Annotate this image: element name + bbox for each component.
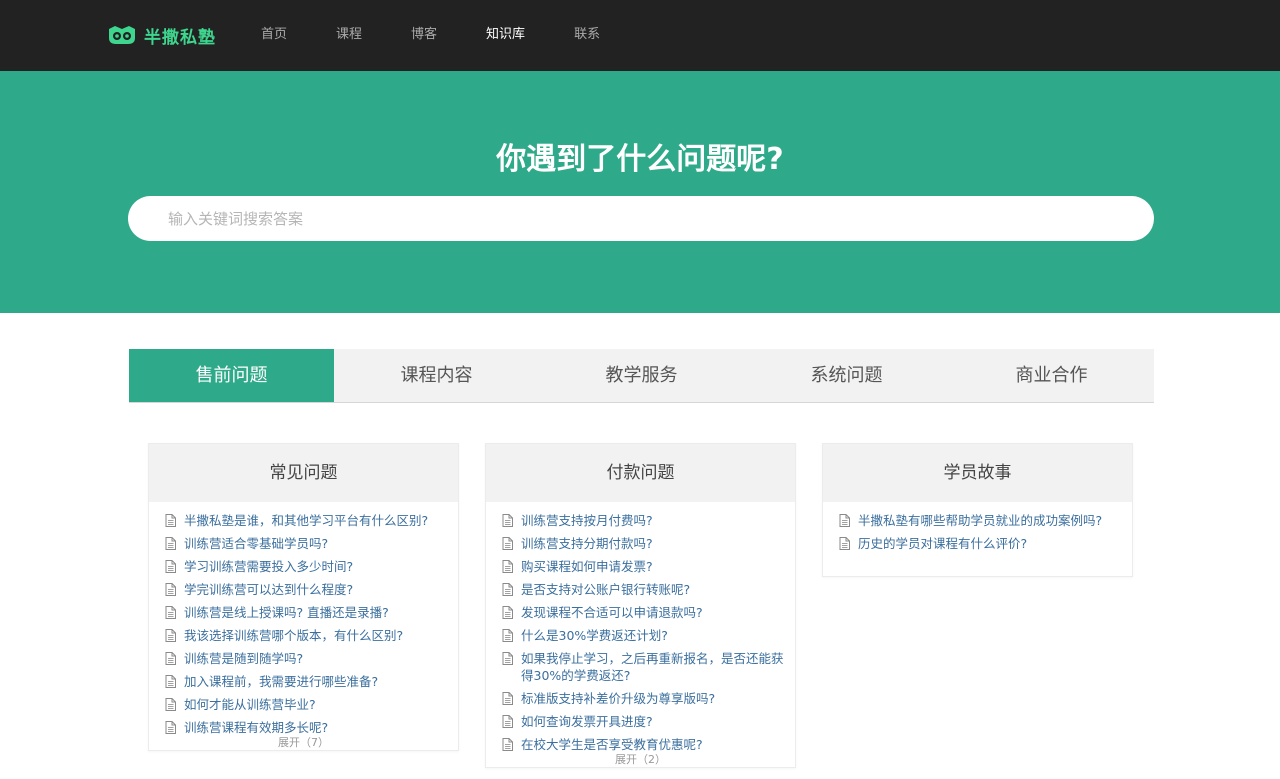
- expand-link[interactable]: 展开（7）: [149, 736, 458, 750]
- question-link[interactable]: 学完训练营可以达到什么程度?: [184, 581, 353, 598]
- document-icon: [502, 537, 513, 550]
- question-item: 训练营支持分期付款吗?: [502, 532, 785, 555]
- question-link[interactable]: 学习训练营需要投入多少时间?: [184, 558, 353, 575]
- question-item: 半撒私塾有哪些帮助学员就业的成功案例吗?: [839, 509, 1122, 532]
- document-icon: [502, 652, 513, 665]
- document-icon: [165, 514, 176, 527]
- question-list: 半撒私塾有哪些帮助学员就业的成功案例吗? 历史的学员对课程有什么评价?: [823, 502, 1132, 555]
- question-link[interactable]: 半撒私塾是谁，和其他学习平台有什么区别?: [184, 512, 428, 529]
- question-item: 购买课程如何申请发票?: [502, 555, 785, 578]
- document-icon: [165, 652, 176, 665]
- nav-item-blog[interactable]: 博客: [411, 25, 437, 45]
- question-item: 如何查询发票开具进度?: [502, 710, 785, 733]
- question-list: 半撒私塾是谁，和其他学习平台有什么区别? 训练营适合零基础学员吗? 学习训练营需要投…: [149, 502, 458, 739]
- brand-name: 半撒私塾: [144, 27, 216, 48]
- question-link[interactable]: 发现课程不合适可以申请退款吗?: [521, 604, 703, 621]
- owl-logo-icon: [109, 26, 135, 44]
- card-title: 付款问题: [486, 444, 795, 502]
- document-icon: [502, 606, 513, 619]
- document-icon: [839, 537, 850, 550]
- tab-course-content[interactable]: 课程内容: [334, 349, 539, 402]
- question-link[interactable]: 我该选择训练营哪个版本，有什么区别?: [184, 627, 403, 644]
- question-item: 我该选择训练营哪个版本，有什么区别?: [165, 624, 448, 647]
- document-icon: [502, 560, 513, 573]
- question-item: 发现课程不合适可以申请退款吗?: [502, 601, 785, 624]
- document-icon: [165, 560, 176, 573]
- hero-banner: 你遇到了什么问题呢?: [0, 71, 1280, 313]
- question-item: 如果我停止学习，之后再重新报名，是否还能获得30%的学费返还?: [502, 647, 785, 687]
- question-item: 训练营适合零基础学员吗?: [165, 532, 448, 555]
- document-icon: [165, 698, 176, 711]
- question-item: 学完训练营可以达到什么程度?: [165, 578, 448, 601]
- document-icon: [165, 721, 176, 734]
- question-item: 学习训练营需要投入多少时间?: [165, 555, 448, 578]
- question-item: 什么是30%学费返还计划?: [502, 624, 785, 647]
- nav-item-contact[interactable]: 联系: [574, 25, 600, 45]
- question-link[interactable]: 半撒私塾有哪些帮助学员就业的成功案例吗?: [858, 512, 1102, 529]
- document-icon: [165, 606, 176, 619]
- tab-teaching-service[interactable]: 教学服务: [539, 349, 744, 402]
- search-input[interactable]: [168, 196, 1128, 241]
- top-navigation-bar: 半撒私塾 首页 课程 博客 知识库 联系: [0, 0, 1280, 71]
- tab-presale[interactable]: 售前问题: [129, 349, 334, 402]
- document-icon: [165, 583, 176, 596]
- category-tabs: 售前问题 课程内容 教学服务 系统问题 商业合作: [129, 349, 1154, 403]
- question-item: 训练营支持按月付费吗?: [502, 509, 785, 532]
- question-link[interactable]: 什么是30%学费返还计划?: [521, 627, 668, 644]
- question-item: 训练营是线上授课吗? 直播还是录播?: [165, 601, 448, 624]
- document-icon: [839, 514, 850, 527]
- question-item: 加入课程前，我需要进行哪些准备?: [165, 670, 448, 693]
- question-link[interactable]: 训练营支持按月付费吗?: [521, 512, 653, 529]
- document-icon: [502, 692, 513, 705]
- card-title: 常见问题: [149, 444, 458, 502]
- document-icon: [502, 715, 513, 728]
- faq-card-common: 常见问题 半撒私塾是谁，和其他学习平台有什么区别? 训练营适合零基础学员吗? 学习训…: [148, 443, 459, 751]
- nav-item-courses[interactable]: 课程: [336, 25, 362, 45]
- question-link[interactable]: 训练营课程有效期多长呢?: [184, 719, 328, 736]
- tab-system-issues[interactable]: 系统问题: [744, 349, 949, 402]
- tab-business[interactable]: 商业合作: [949, 349, 1154, 402]
- question-link[interactable]: 购买课程如何申请发票?: [521, 558, 653, 575]
- question-item: 是否支持对公账户银行转账呢?: [502, 578, 785, 601]
- document-icon: [165, 537, 176, 550]
- hero-title: 你遇到了什么问题呢?: [496, 142, 784, 177]
- question-link[interactable]: 标准版支持补差价升级为尊享版吗?: [521, 690, 715, 707]
- question-link[interactable]: 如果我停止学习，之后再重新报名，是否还能获得30%的学费返还?: [521, 650, 785, 684]
- document-icon: [502, 738, 513, 751]
- brand-logo[interactable]: 半撒私塾: [107, 22, 216, 48]
- question-link[interactable]: 如何才能从训练营毕业?: [184, 696, 316, 713]
- card-title: 学员故事: [823, 444, 1132, 502]
- question-link[interactable]: 在校大学生是否享受教育优惠呢?: [521, 736, 703, 753]
- question-item: 半撒私塾是谁，和其他学习平台有什么区别?: [165, 509, 448, 532]
- question-link[interactable]: 训练营适合零基础学员吗?: [184, 535, 328, 552]
- document-icon: [165, 675, 176, 688]
- question-link[interactable]: 历史的学员对课程有什么评价?: [858, 535, 1027, 552]
- question-link[interactable]: 训练营支持分期付款吗?: [521, 535, 653, 552]
- expand-link[interactable]: 展开（2）: [486, 753, 795, 767]
- question-link[interactable]: 训练营是随到随学吗?: [184, 650, 303, 667]
- question-link[interactable]: 如何查询发票开具进度?: [521, 713, 653, 730]
- search-box: [128, 196, 1154, 241]
- faq-card-payment: 付款问题 训练营支持按月付费吗? 训练营支持分期付款吗? 购买课程如何申请发票? 是否…: [485, 443, 796, 768]
- question-item: 标准版支持补差价升级为尊享版吗?: [502, 687, 785, 710]
- nav-item-knowledge-base[interactable]: 知识库: [486, 25, 525, 45]
- document-icon: [502, 514, 513, 527]
- main-nav: 首页 课程 博客 知识库 联系: [261, 25, 649, 45]
- question-item: 如何才能从训练营毕业?: [165, 693, 448, 716]
- question-list: 训练营支持按月付费吗? 训练营支持分期付款吗? 购买课程如何申请发票? 是否支持对公账…: [486, 502, 795, 756]
- question-link[interactable]: 是否支持对公账户银行转账呢?: [521, 581, 690, 598]
- question-link[interactable]: 加入课程前，我需要进行哪些准备?: [184, 673, 378, 690]
- nav-item-home[interactable]: 首页: [261, 25, 287, 45]
- document-icon: [502, 629, 513, 642]
- faq-card-stories: 学员故事 半撒私塾有哪些帮助学员就业的成功案例吗? 历史的学员对课程有什么评价?: [822, 443, 1133, 577]
- question-item: 训练营是随到随学吗?: [165, 647, 448, 670]
- question-link[interactable]: 训练营是线上授课吗? 直播还是录播?: [184, 604, 389, 621]
- question-item: 历史的学员对课程有什么评价?: [839, 532, 1122, 555]
- document-icon: [165, 629, 176, 642]
- document-icon: [502, 583, 513, 596]
